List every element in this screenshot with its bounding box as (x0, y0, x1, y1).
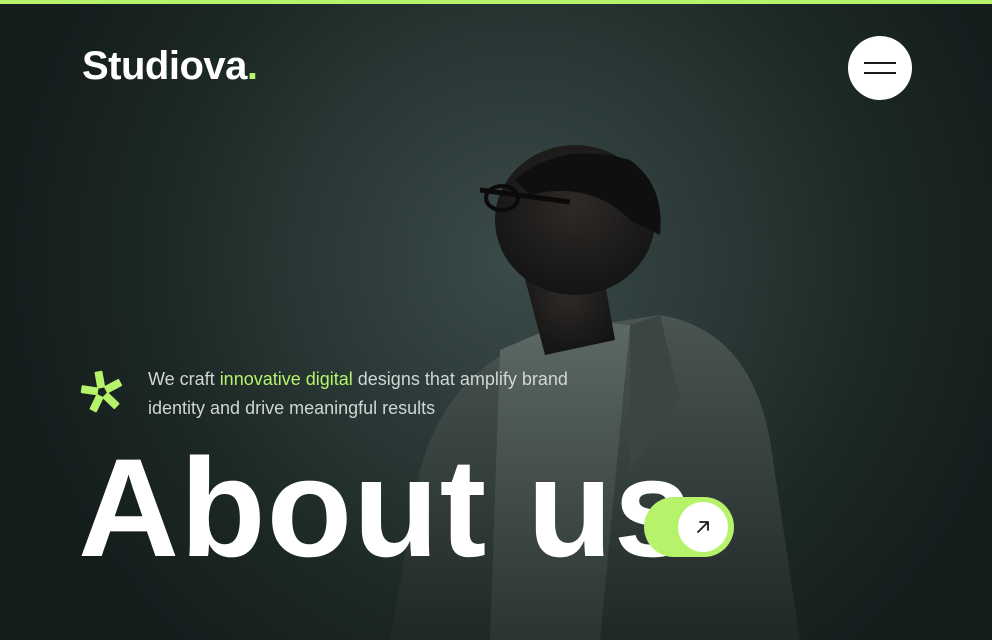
arrow-up-right-icon (697, 521, 709, 533)
hero-page: Studiova. We craft innovative digital de… (0, 0, 992, 640)
about-cta-button[interactable] (644, 497, 734, 557)
asterisk-icon (80, 370, 123, 413)
brand-dot: . (246, 44, 258, 88)
menu-button[interactable] (848, 36, 912, 100)
tagline-highlight: innovative digital (219, 369, 353, 389)
brand-name: Studiova (82, 44, 247, 88)
cta-knob (678, 502, 728, 552)
brand-logo[interactable]: Studiova. (82, 46, 258, 86)
tagline-text-start: We craft (148, 369, 220, 389)
top-accent-bar (0, 0, 992, 4)
hamburger-menu-icon (864, 62, 896, 74)
page-title: About us (78, 429, 693, 586)
hero-tagline: We craft innovative digital designs that… (148, 365, 578, 423)
